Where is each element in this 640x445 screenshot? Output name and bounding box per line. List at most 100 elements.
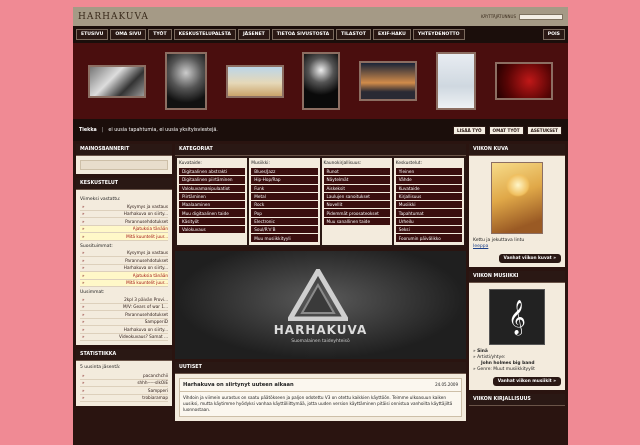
old-music-button[interactable]: Vanhat viikon musiikit » <box>492 377 561 386</box>
category-item[interactable]: Urheilu <box>395 217 462 227</box>
nav-etusivu[interactable]: ETUSIVU <box>76 29 109 40</box>
category-item[interactable]: Kuvataide <box>395 184 462 193</box>
list-item[interactable]: » Harhakuva on siirty... <box>80 326 168 334</box>
category-item[interactable]: Käsityöt <box>179 217 246 227</box>
category-item[interactable]: Novellit <box>323 201 390 210</box>
treble-clef-icon[interactable]: 𝄞 <box>489 289 545 345</box>
gallery-thumb[interactable] <box>435 52 476 110</box>
settings-button[interactable]: ASETUKSET <box>526 125 562 135</box>
nav-tietoa[interactable]: TIETOA SIVUSTOSTA <box>271 29 335 40</box>
list-item[interactable]: » Parannusehdotukset <box>80 257 168 265</box>
gallery-thumb[interactable] <box>359 61 418 101</box>
category-item[interactable]: Digitaalinen abstrakti <box>179 168 246 177</box>
category-item[interactable]: Soul/R'n'B <box>251 226 318 235</box>
category-item[interactable]: Maalaaminen <box>179 201 246 210</box>
nav-exif-haku[interactable]: EXIF-HAKU <box>372 29 411 40</box>
news-date: 24.05.2009 <box>435 382 458 388</box>
panel-header: VIIKON KIRJALLISUUS <box>469 394 565 406</box>
triangle-logo-icon <box>288 268 348 321</box>
list-item[interactable]: » Mitä kuuntelit juur... <box>80 233 168 241</box>
nav-oma-sivu[interactable]: OMA SIVU <box>110 29 147 40</box>
list-item[interactable]: » Mitä kuuntelit juur... <box>80 279 168 287</box>
member-item[interactable]: » shhh-----sIkOiE <box>80 380 168 387</box>
main-nav: ETUSIVU OMA SIVU TYÖT KESKUSTELUPALSTA J… <box>73 26 568 43</box>
add-work-button[interactable]: LISÄÄ TYÖ <box>453 125 486 135</box>
ad-banner[interactable] <box>80 160 168 170</box>
category-item[interactable]: Pop <box>251 209 318 218</box>
hero-subtitle: Suomalainen taideyhteisö <box>291 338 350 344</box>
category-item[interactable]: Valokuvamanipulaatiot <box>179 184 246 193</box>
category-item[interactable]: Hip-Hop/Rap <box>251 176 318 185</box>
old-images-button[interactable]: Vanhat viikon kuvat » <box>498 254 561 263</box>
category-item[interactable]: Yleinen <box>395 168 462 177</box>
list-item[interactable]: » Ajatuksia tänään <box>80 272 168 280</box>
list-item[interactable]: » Kysymys ja vastaus <box>80 250 168 257</box>
category-item[interactable]: Muu musiikkityyli <box>251 234 318 243</box>
panel-header: KATEGORIAT <box>175 144 466 156</box>
list-item[interactable]: » Ajatuksia tänään <box>80 225 168 233</box>
nav-keskustelupalsta[interactable]: KESKUSTELUPALSTA <box>173 29 236 40</box>
nav-yhteydenotto[interactable]: YHTEYDENOTTO <box>412 29 465 40</box>
member-item[interactable]: » trobiaramap <box>80 395 168 402</box>
category-item[interactable]: Pidemmät proosateokset <box>323 209 390 218</box>
news-title[interactable]: Harhakuva on siirtynyt uuteen aikaan <box>183 382 294 388</box>
arrow-icon: » <box>82 233 85 239</box>
category-item[interactable]: Foorumin päivälikko <box>395 234 462 243</box>
gallery-thumb[interactable] <box>302 52 341 110</box>
arrow-icon: » <box>82 203 85 209</box>
gallery-thumb[interactable] <box>88 64 147 98</box>
category-item[interactable]: Metal <box>251 192 318 202</box>
category-item[interactable]: Muu digitaalinen taide <box>179 209 246 218</box>
category-item[interactable]: Valokuvaus <box>179 226 246 235</box>
list-item[interactable]: » Parannusehdotukset <box>80 311 168 319</box>
category-item[interactable]: Digitaalinen piirtäminen <box>179 176 246 185</box>
list-item[interactable]: » 2kpl 3 päivän Provi... <box>80 296 168 304</box>
image-author-link[interactable]: Ieeppa <box>473 244 488 249</box>
list-item[interactable]: » Harhakuva on siirty... <box>80 211 168 218</box>
list-item[interactable]: » Videokuvaus? Samat ... <box>80 334 168 341</box>
arrow-icon: » <box>82 334 85 340</box>
list-item[interactable]: » Harhakuva on siirty... <box>80 265 168 272</box>
my-works-button[interactable]: OMAT TYÖT <box>488 125 524 135</box>
stats-label: 5 uusinta jäsentä: <box>80 365 121 370</box>
category-heading: Kuvataide: <box>179 161 202 166</box>
site-logo[interactable]: HARHAKUVA <box>78 12 149 22</box>
login-label: KÄYTTÄJÄTUNNUS <box>480 14 516 19</box>
category-item[interactable]: Electronic <box>251 217 318 227</box>
list-item[interactable]: » Kysymys ja vastaus <box>80 203 168 211</box>
category-item[interactable]: Seksi <box>395 226 462 235</box>
category-item[interactable]: Musiikki <box>395 201 462 210</box>
nav-tyot[interactable]: TYÖT <box>148 29 172 40</box>
category-item[interactable]: Laulujen sanoitukset <box>323 192 390 202</box>
logout-button[interactable]: POIS <box>542 29 565 40</box>
list-item[interactable]: » M/V: Gears of war 1... <box>80 304 168 311</box>
category-item[interactable]: Blues/Jazz <box>251 168 318 177</box>
gallery-thumb[interactable] <box>165 52 208 110</box>
category-item[interactable]: Piirtäminen <box>179 192 246 202</box>
member-item[interactable]: » pacanchchii <box>80 372 168 380</box>
category-item[interactable]: Tapahtumat <box>395 209 462 218</box>
category-item[interactable]: Runot <box>323 168 390 177</box>
stats-panel: STATISTIIKKA 5 uusinta jäsentä: » pacanch… <box>76 349 172 406</box>
category-column: Kuvataide: Digitaalinen abstrakti Digita… <box>177 158 248 245</box>
category-item[interactable]: Funk <box>251 184 318 193</box>
info-buttons: LISÄÄ TYÖ OMAT TYÖT ASETUKSET <box>453 125 562 135</box>
nav-jasenet[interactable]: JÄSENET <box>237 29 270 40</box>
list-item[interactable]: » SampperiD <box>80 319 168 326</box>
category-item[interactable]: Kirjallisuus <box>395 192 462 202</box>
category-item[interactable]: Näytelmät <box>323 176 390 185</box>
gallery-thumb[interactable] <box>494 62 553 100</box>
category-item[interactable]: Rock <box>251 201 318 210</box>
username-input[interactable] <box>519 13 563 20</box>
category-item[interactable]: Aiskeksit <box>323 184 390 193</box>
category-item[interactable]: Muu sanallinen taide <box>323 217 390 227</box>
category-item[interactable]: Vähde <box>395 176 462 185</box>
list-item[interactable]: » Parannusehdotukset <box>80 218 168 226</box>
nav-tilastot[interactable]: TILASTOT <box>336 29 371 40</box>
music-artist[interactable]: John holmes big band <box>481 361 534 366</box>
arrow-icon: » <box>82 296 85 302</box>
gallery-thumb[interactable] <box>225 64 284 98</box>
music-name[interactable]: Sinä <box>477 349 488 354</box>
image-of-week[interactable] <box>491 162 543 234</box>
member-item[interactable]: » Sampperi <box>80 387 168 395</box>
